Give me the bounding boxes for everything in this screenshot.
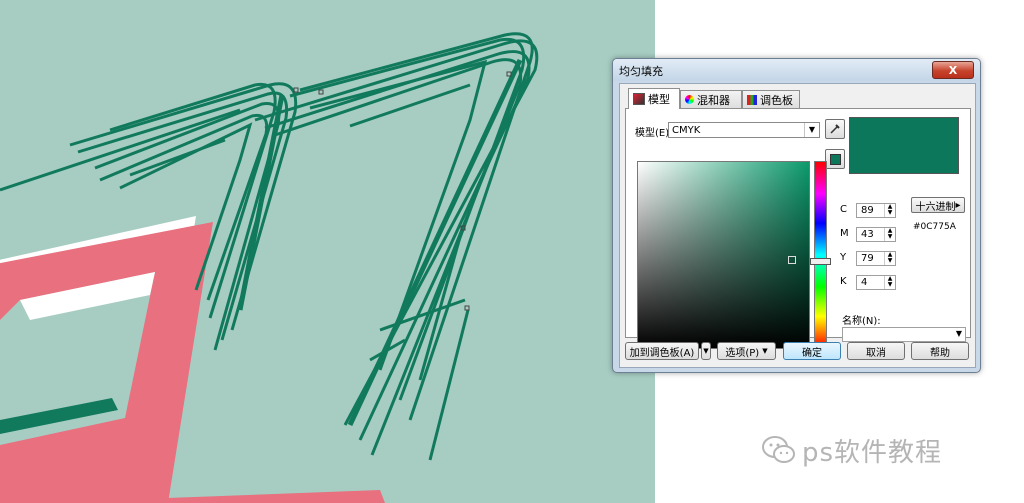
dialog-body: 模型 混和器 调色板 模型(E): CMYK ▼ 十六进制 ▸ #0C775A …	[619, 83, 976, 368]
cancel-button[interactable]: 取消	[847, 342, 905, 360]
chevron-down-icon: ▼	[804, 123, 819, 137]
hex-mode-label: 十六进制	[915, 201, 956, 213]
artwork	[0, 32, 539, 503]
spin-arrows-icon[interactable]: ▲ ▼	[884, 204, 895, 217]
dropdown-arrow-icon: ▸	[955, 199, 961, 211]
spin-arrows-icon[interactable]: ▲ ▼	[884, 276, 895, 289]
name-select[interactable]: ▼	[842, 327, 966, 342]
dialog-titlebar[interactable]: 均匀填充 X	[613, 59, 980, 81]
channel-m-input[interactable]: 43 ▲ ▼	[856, 227, 896, 242]
color-field-marker[interactable]	[788, 256, 796, 264]
hex-value: #0C775A	[913, 222, 956, 232]
color-preview	[849, 117, 959, 174]
drawing-canvas[interactable]	[0, 0, 655, 503]
model-panel: 模型(E): CMYK ▼ 十六进制 ▸ #0C775A C 89 ▲ ▼ M …	[625, 108, 971, 349]
channel-y-label: Y	[840, 252, 847, 263]
close-button[interactable]: X	[932, 61, 974, 79]
model-select-value: CMYK	[672, 125, 701, 136]
channel-k-label: K	[840, 276, 847, 287]
tab-palette-label: 调色板	[760, 93, 793, 107]
eyedropper-button[interactable]	[825, 119, 845, 139]
model-tab-icon	[633, 93, 645, 105]
chevron-down-icon: ▼	[703, 347, 709, 355]
model-label: 模型(E):	[635, 128, 673, 139]
options-button[interactable]: 选项(P) ▼	[717, 342, 776, 360]
add-to-palette-label: 加到调色板(A)	[629, 347, 695, 359]
tab-mixer-label: 混和器	[697, 93, 730, 107]
hue-slider-handle[interactable]	[810, 258, 831, 265]
help-label: 帮助	[930, 347, 950, 359]
color-field[interactable]	[637, 161, 810, 349]
spin-arrows-icon[interactable]: ▲ ▼	[884, 252, 895, 265]
channel-k-input[interactable]: 4 ▲ ▼	[856, 275, 896, 290]
tab-model[interactable]: 模型	[628, 88, 680, 109]
model-select[interactable]: CMYK ▼	[668, 122, 820, 138]
cancel-label: 取消	[866, 347, 886, 359]
color-swatch-button[interactable]	[825, 149, 845, 169]
wechat-icon	[762, 436, 795, 463]
ok-label: 确定	[802, 347, 822, 359]
channel-k-value: 4	[861, 277, 868, 288]
watermark-text: ps软件教程	[802, 437, 943, 468]
channel-c-label: C	[840, 204, 847, 215]
mixer-tab-icon	[685, 95, 694, 104]
options-label: 选项(P)	[725, 347, 760, 359]
palette-tab-icon	[747, 94, 757, 105]
name-label: 名称(N):	[842, 316, 881, 327]
channel-y-value: 79	[861, 253, 874, 264]
ok-button[interactable]: 确定	[783, 342, 841, 360]
swatch-icon	[829, 153, 841, 165]
dialog-title: 均匀填充	[619, 65, 663, 78]
eyedropper-icon	[830, 124, 840, 134]
tab-mixer[interactable]: 混和器	[680, 90, 742, 108]
channel-m-label: M	[840, 228, 849, 239]
tab-model-label: 模型	[648, 93, 670, 106]
chevron-down-icon: ▼	[955, 329, 962, 338]
hex-mode-button[interactable]: 十六进制 ▸	[911, 197, 965, 213]
channel-c-input[interactable]: 89 ▲ ▼	[856, 203, 896, 218]
uniform-fill-dialog: 均匀填充 X 模型 混和器 调色板 模型(E): CMYK ▼ 十六进制 ▸ #…	[612, 58, 981, 373]
add-to-palette-dropdown[interactable]: ▼	[701, 342, 711, 360]
channel-y-input[interactable]: 79 ▲ ▼	[856, 251, 896, 266]
watermark: ps软件教程	[762, 430, 942, 470]
channel-c-value: 89	[861, 205, 874, 216]
help-button[interactable]: 帮助	[911, 342, 969, 360]
add-to-palette-button[interactable]: 加到调色板(A)	[625, 342, 699, 360]
chevron-down-icon: ▼	[762, 347, 768, 355]
close-icon: X	[948, 63, 958, 77]
spin-arrows-icon[interactable]: ▲ ▼	[884, 228, 895, 241]
channel-m-value: 43	[861, 229, 874, 240]
tab-palette[interactable]: 调色板	[742, 90, 800, 108]
hue-bar[interactable]	[814, 161, 827, 349]
